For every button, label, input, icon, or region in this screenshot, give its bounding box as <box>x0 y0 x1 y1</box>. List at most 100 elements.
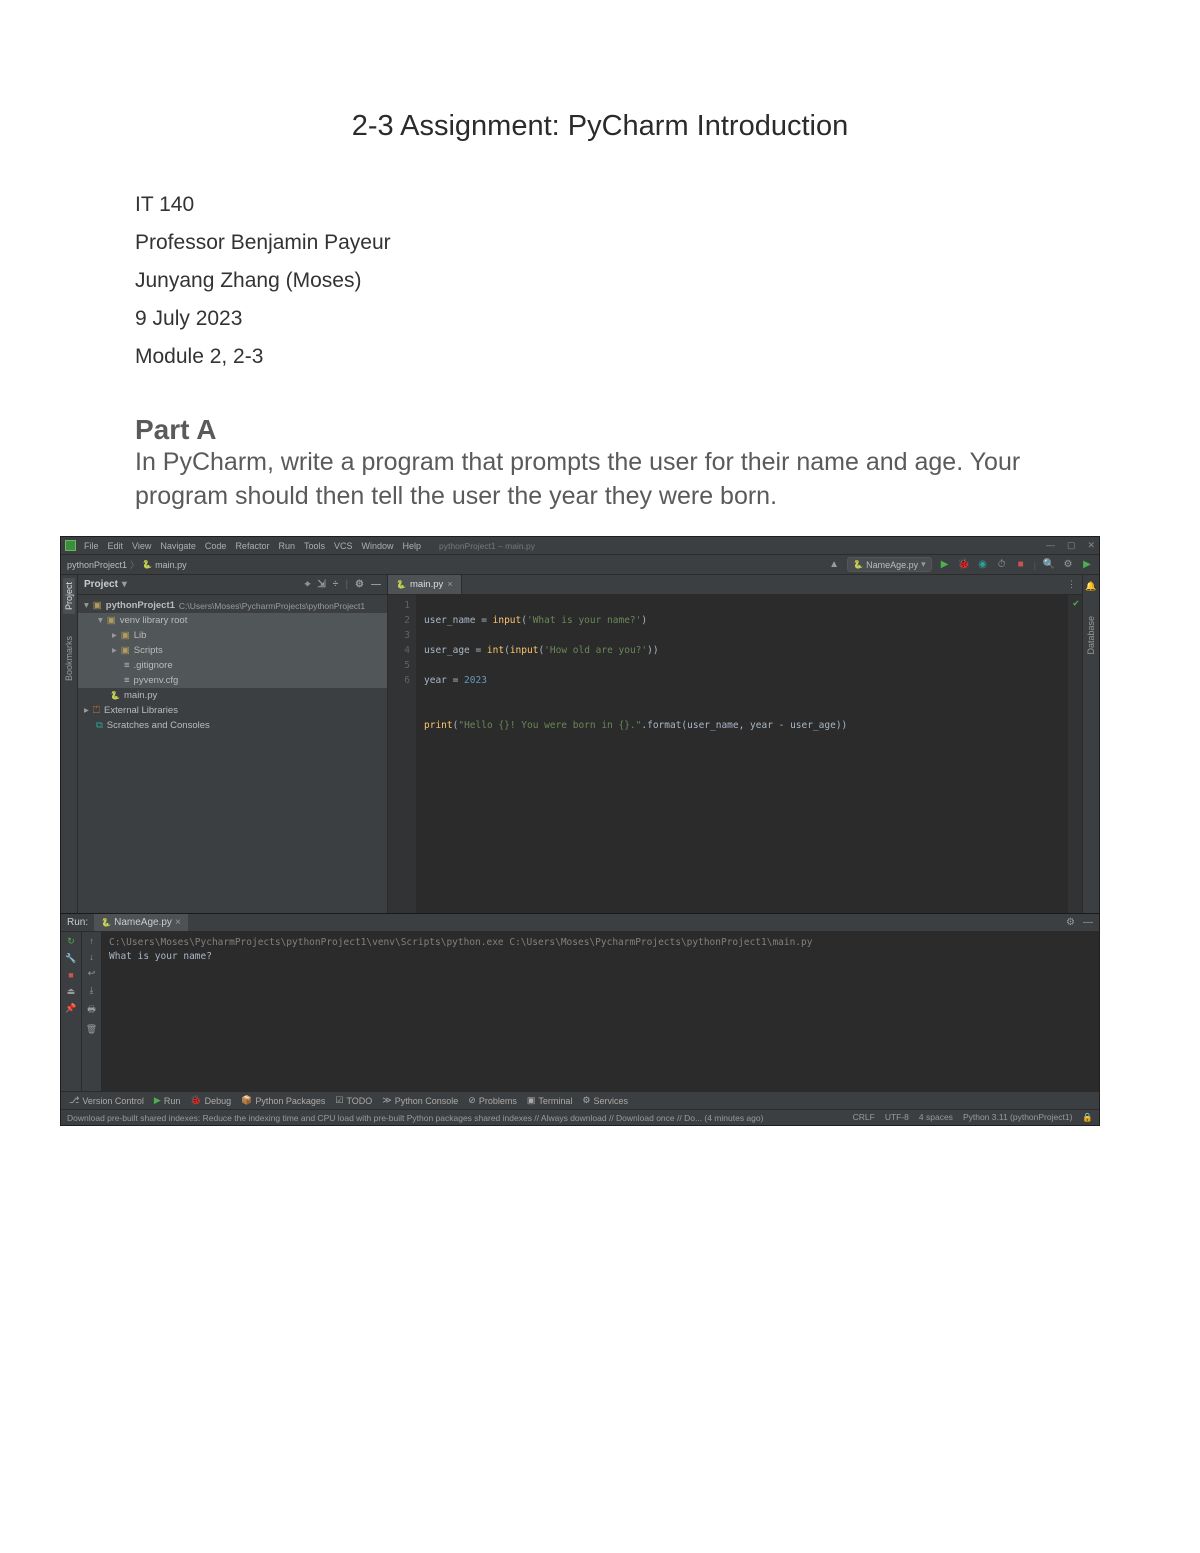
modify-run-icon[interactable]: 🔧 <box>65 953 76 964</box>
tree-root[interactable]: ▾ ▣ pythonProject1 C:\Users\Moses\Pychar… <box>78 598 387 613</box>
status-line-sep[interactable]: CRLF <box>853 1112 875 1123</box>
tool-tab-bookmarks[interactable]: Bookmarks <box>63 632 75 685</box>
tab-todo[interactable]: ☑TODO <box>335 1095 372 1106</box>
menu-refactor[interactable]: Refactor <box>235 541 269 551</box>
code-area[interactable]: user_name = input('What is your name?') … <box>416 595 1082 913</box>
expand-all-icon[interactable]: ⇲ <box>317 579 325 590</box>
run-button-icon[interactable]: ▶ <box>939 559 951 571</box>
close-button[interactable]: ✕ <box>1087 540 1095 551</box>
run-anything-icon[interactable]: ▶ <box>1081 559 1093 571</box>
collapse-all-icon[interactable]: ÷ <box>333 579 339 590</box>
status-encoding[interactable]: UTF-8 <box>885 1112 909 1123</box>
tree-pyvenvcfg[interactable]: ≡ pyvenv.cfg <box>78 673 387 688</box>
menu-edit[interactable]: Edit <box>108 541 124 551</box>
assignment-date: 9 July 2023 <box>135 307 1065 331</box>
tab-services[interactable]: ⚙Services <box>582 1095 628 1106</box>
soft-wrap-icon[interactable]: ↩ <box>88 968 96 979</box>
notifications-icon[interactable]: 🔔 <box>1085 581 1096 592</box>
inspection-ok-icon[interactable]: ✔ <box>1073 598 1079 609</box>
status-message[interactable]: Download pre-built shared indexes: Reduc… <box>67 1113 763 1123</box>
tab-python-console[interactable]: ≫Python Console <box>382 1095 458 1106</box>
menu-vcs[interactable]: VCS <box>334 541 353 551</box>
stop-icon[interactable]: ■ <box>68 970 73 980</box>
close-tab-icon[interactable]: × <box>175 917 181 928</box>
breadcrumb[interactable]: pythonProject1 〉 🐍 main.py <box>67 558 187 571</box>
tree-item-label: main.py <box>124 690 157 701</box>
status-interpreter[interactable]: Python 3.11 (pythonProject1) <box>963 1112 1072 1123</box>
tree-venv[interactable]: ▾ ▣ venv library root <box>78 613 387 628</box>
tree-item-label: Lib <box>134 630 147 641</box>
menu-code[interactable]: Code <box>205 541 227 551</box>
tree-root-path: C:\Users\Moses\PycharmProjects\pythonPro… <box>179 601 365 611</box>
window-title-path: pythonProject1 – main.py <box>439 541 535 551</box>
minimize-button[interactable]: — <box>1046 540 1055 551</box>
run-configuration-selector[interactable]: 🐍 NameAge.py ▾ <box>847 557 932 572</box>
tree-scripts[interactable]: ▸ ▣ Scripts <box>78 643 387 658</box>
maximize-button[interactable]: ▢ <box>1067 540 1076 551</box>
status-indent[interactable]: 4 spaces <box>919 1112 953 1123</box>
editor-body[interactable]: 1 2 3 4 5 6 user_name = input('What is y… <box>388 595 1082 913</box>
coverage-button-icon[interactable]: ◉ <box>977 559 989 571</box>
tree-scratches[interactable]: ⧉ Scratches and Consoles <box>78 718 387 733</box>
part-a-heading: Part A <box>135 414 1065 446</box>
tab-python-packages[interactable]: 📦Python Packages <box>241 1095 325 1106</box>
menu-view[interactable]: View <box>132 541 151 551</box>
menu-window[interactable]: Window <box>362 541 394 551</box>
hide-panel-icon[interactable]: — <box>371 579 381 590</box>
bottom-tool-tabs: ⎇Version Control ▶Run 🐞Debug 📦Python Pac… <box>61 1091 1099 1109</box>
menu-run[interactable]: Run <box>278 541 295 551</box>
menu-tools[interactable]: Tools <box>304 541 325 551</box>
tree-gitignore[interactable]: ≡ .gitignore <box>78 658 387 673</box>
scroll-end-icon[interactable]: ⤓ <box>90 985 94 996</box>
pycharm-logo-icon <box>65 540 76 551</box>
menu-navigate[interactable]: Navigate <box>160 541 196 551</box>
clear-all-icon[interactable]: 🗑 <box>86 1024 97 1035</box>
tree-lib[interactable]: ▸ ▣ Lib <box>78 628 387 643</box>
editor-tab-main[interactable]: 🐍 main.py × <box>388 575 462 594</box>
pin-icon[interactable]: 📌 <box>65 1003 76 1014</box>
document-area: 2-3 Assignment: PyCharm Introduction IT … <box>0 0 1200 514</box>
profile-button-icon[interactable]: ⏱ <box>996 559 1008 571</box>
tool-tab-database[interactable]: Database <box>1085 612 1097 659</box>
rerun-icon[interactable]: ↻ <box>67 936 75 947</box>
print-icon[interactable]: 🖶 <box>87 1002 96 1018</box>
search-everywhere-icon[interactable]: 🔍 <box>1043 559 1055 571</box>
tab-problems[interactable]: ⊘Problems <box>468 1095 517 1106</box>
tab-terminal[interactable]: ▣Terminal <box>527 1095 573 1106</box>
tool-tab-project[interactable]: Project <box>63 578 75 614</box>
tree-main-py[interactable]: 🐍 main.py <box>78 688 387 703</box>
console-output[interactable]: C:\Users\Moses\PycharmProjects\pythonPro… <box>101 932 1099 1091</box>
down-stack-icon[interactable]: ↓ <box>89 952 94 962</box>
tab-version-control[interactable]: ⎇Version Control <box>69 1095 144 1106</box>
tab-run[interactable]: ▶Run <box>154 1095 180 1106</box>
run-left-toolbar-2: ↑ ↓ ↩ ⤓ 🖶 🗑 <box>81 932 101 1091</box>
chevron-down-icon[interactable]: ▾ <box>122 579 127 590</box>
branch-icon: ⎇ <box>69 1095 79 1106</box>
exit-icon[interactable]: ⏏ <box>67 986 76 997</box>
select-opened-file-icon[interactable]: ⌖ <box>305 579 311 590</box>
panel-settings-icon[interactable]: ⚙ <box>355 579 364 590</box>
debug-button-icon[interactable]: 🐞 <box>958 559 970 571</box>
ide-settings-icon[interactable]: ⚙ <box>1062 559 1074 571</box>
stop-button-icon[interactable]: ■ <box>1015 559 1027 571</box>
course-code: IT 140 <box>135 193 1065 217</box>
tree-external-libs[interactable]: ▸ ⏍ External Libraries <box>78 703 387 718</box>
menu-help[interactable]: Help <box>403 541 422 551</box>
run-tool-window: Run: 🐍 NameAge.py × ⚙ — ↻ 🔧 ■ ⏏ 📌 ↑ ↓ <box>61 913 1099 1091</box>
run-tab[interactable]: 🐍 NameAge.py × <box>94 914 188 931</box>
up-stack-icon[interactable]: ↑ <box>89 936 94 946</box>
editor-menu-icon[interactable]: ⋮ <box>1067 579 1076 590</box>
console-command: C:\Users\Moses\PycharmProjects\pythonPro… <box>109 936 1091 950</box>
run-settings-icon[interactable]: ⚙ <box>1066 917 1075 928</box>
close-tab-icon[interactable]: × <box>447 579 453 590</box>
navigation-bar: pythonProject1 〉 🐍 main.py ▲ 🐍 NameAge.p… <box>61 555 1099 575</box>
python-file-icon: 🐍 <box>396 580 406 590</box>
part-a-description: In PyCharm, write a program that prompts… <box>135 446 1065 514</box>
user-icon[interactable]: ▲ <box>828 559 840 571</box>
tab-debug[interactable]: 🐞Debug <box>190 1095 231 1106</box>
line-number: 5 <box>388 658 410 673</box>
menu-file[interactable]: File <box>84 541 99 551</box>
hide-panel-icon[interactable]: — <box>1083 917 1093 928</box>
status-lock-icon[interactable]: 🔒 <box>1082 1112 1093 1123</box>
chevron-right-icon: ▸ <box>112 645 117 656</box>
